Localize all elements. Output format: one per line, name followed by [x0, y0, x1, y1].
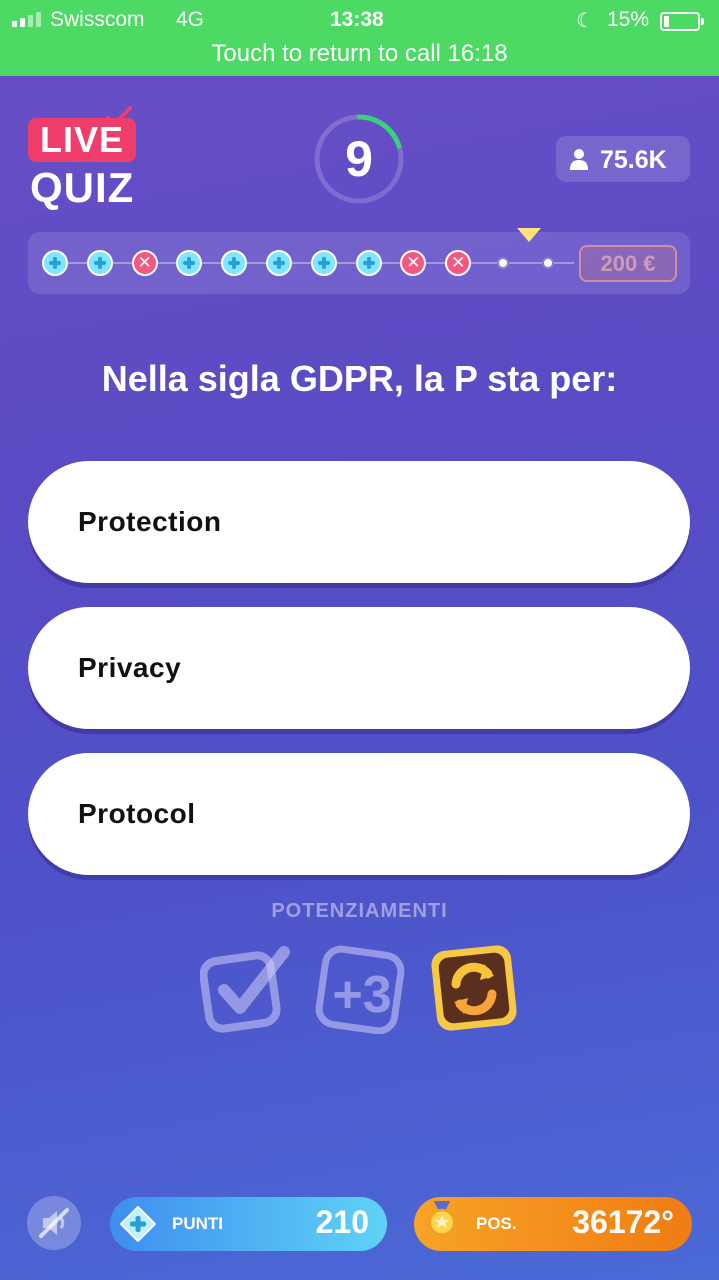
status-bar: Swisscom 4G 13:38 ☾ 15% Touch to return …: [0, 0, 719, 76]
timer-value: 9: [345, 131, 373, 187]
powerup-plus-three-button[interactable]: +3: [314, 942, 406, 1035]
points-value: 210: [315, 1204, 369, 1240]
question-text: Nella sigla GDPR, la P sta per:: [101, 358, 618, 399]
progress-wrong-icon: ✕: [400, 250, 427, 276]
prize-badge: 200 €: [579, 245, 677, 282]
current-question-pointer: [517, 228, 541, 242]
progress-wrong-icon: ✕: [131, 250, 158, 276]
status-time: 13:38: [330, 8, 384, 31]
answer-option-3[interactable]: Protocol: [28, 753, 690, 875]
battery-percent: 15%: [607, 8, 650, 31]
answer-option-2[interactable]: Privacy: [28, 607, 690, 729]
powerup-correct-answer-button[interactable]: [199, 942, 292, 1034]
battery-icon: [660, 12, 704, 31]
position-label: POS.: [476, 1214, 517, 1233]
swap-icon: [431, 945, 517, 1031]
progress-wrong-icon: ✕: [445, 250, 472, 276]
powerups-label: POTENZIAMENTI: [271, 900, 448, 922]
viewers-count-badge: 75.6K: [556, 136, 690, 182]
viewers-count: 75.6K: [600, 146, 667, 174]
progress-correct-icon: [86, 250, 113, 276]
svg-text:+3: +3: [332, 966, 391, 1024]
live-quiz-logo: LIVE QUIZ: [28, 106, 148, 214]
return-to-call-banner[interactable]: Touch to return to call 16:18: [0, 40, 719, 68]
question-progress-bar: ✕ ✕ ✕ 200 €: [28, 228, 690, 294]
progress-correct-icon: [355, 250, 382, 276]
progress-correct-icon: [42, 250, 68, 276]
position-pill: POS. 36172°: [414, 1197, 692, 1251]
checkmark-icon: [199, 946, 290, 1033]
points-label: PUNTI: [172, 1214, 223, 1233]
countdown-timer: 9: [312, 112, 406, 206]
signal-strength-icon: [12, 12, 41, 27]
network-type: 4G: [176, 8, 205, 31]
speaker-muted-icon: [39, 1208, 69, 1238]
carrier-name: Swisscom: [50, 8, 145, 31]
do-not-disturb-icon: ☾: [576, 10, 594, 32]
powerup-swap-question-button[interactable]: [428, 942, 520, 1034]
user-icon: [570, 149, 588, 170]
logo-tick-icon: [106, 106, 132, 126]
progress-pending-dot: [541, 257, 554, 269]
progress-correct-icon: [310, 250, 337, 276]
mute-button[interactable]: [27, 1196, 81, 1250]
plus-three-icon: +3: [315, 945, 405, 1035]
position-value: 36172°: [572, 1204, 674, 1240]
medal-icon: [428, 1201, 456, 1236]
progress-correct-icon: [266, 250, 292, 276]
logo-quiz-text: QUIZ: [30, 164, 135, 211]
points-pill: PUNTI 210: [110, 1197, 387, 1251]
diamond-plus-icon: [120, 1206, 156, 1242]
progress-correct-icon: [221, 250, 248, 276]
answer-option-1[interactable]: Protection: [28, 461, 690, 583]
progress-correct-icon: [176, 250, 203, 276]
progress-pending-dot: [497, 257, 509, 269]
